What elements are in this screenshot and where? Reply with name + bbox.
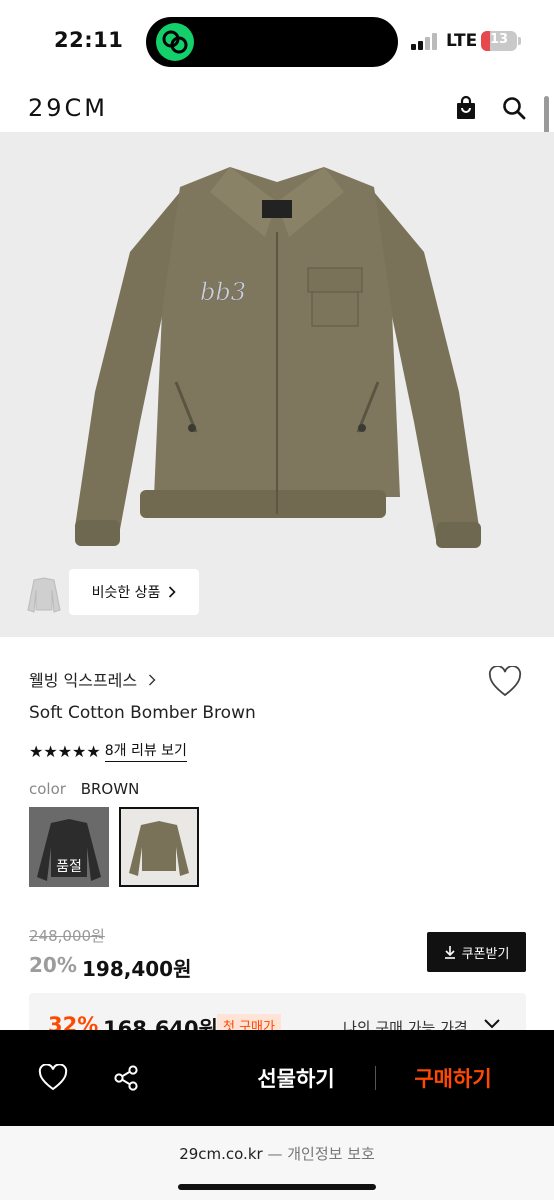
bottom-action-bar: 선물하기 구매하기 [0,1030,554,1126]
product-image[interactable]: bb3 비슷한 상품 [0,132,554,637]
status-time: 22:11 [54,28,124,52]
color-row: color BROWN [29,780,139,798]
gift-button[interactable]: 선물하기 [232,1063,360,1093]
brand-link[interactable]: 웰빙 익스프레스 [29,667,156,691]
coupon-label: 쿠폰받기 [461,946,510,962]
rating-row: ★★★★★ 8개 리뷰 보기 [29,740,187,762]
chevron-down-icon [484,1019,500,1029]
dynamic-island [146,17,398,67]
chevron-right-icon [149,674,156,686]
privacy-label: — 개인정보 보호 [262,1145,375,1163]
app-header: 29CM [0,84,554,132]
color-swatch-brown[interactable] [119,807,199,887]
heart-icon[interactable] [38,1063,68,1092]
home-indicator[interactable] [178,1184,376,1190]
buy-button[interactable]: 구매하기 [392,1063,514,1093]
shopping-bag-icon[interactable] [452,94,480,122]
similar-product-thumbnail[interactable] [24,574,66,616]
battery-icon: 13 [481,31,517,51]
battery-tip [518,37,521,45]
soldout-label: 품절 [56,859,82,875]
download-icon [444,946,455,959]
similar-products-button[interactable]: 비슷한 상품 [69,569,199,615]
url-domain: 29cm.co.kr [179,1145,263,1163]
brand-name: 웰빙 익스프레스 [29,671,138,690]
sale-price: 198,400원 [82,957,192,981]
action-divider [375,1066,376,1090]
signal-icon [411,32,439,50]
color-swatch-black[interactable]: 품절 [29,807,109,887]
jacket-illustration: bb3 [75,167,481,548]
battery-level: 13 [489,32,509,47]
original-price: 248,000원 [29,927,105,945]
logo[interactable]: 29CM [28,94,108,122]
network-type: LTE [446,31,478,51]
review-link[interactable]: 8개 리뷰 보기 [104,740,187,762]
rating-stars: ★★★★★ [29,741,101,761]
discount-rate: 20% [29,953,77,977]
color-value: BROWN [80,780,140,798]
product-name: Soft Cotton Bomber Brown [29,703,256,723]
chevron-right-icon [169,586,177,598]
similar-products-label: 비슷한 상품 [91,585,161,601]
wishlist-heart-icon[interactable] [488,665,522,698]
coupon-button[interactable]: 쿠폰받기 [427,932,526,972]
status-bar: 22:11 LTE 13 [0,0,554,80]
color-label: color [29,780,66,798]
share-icon[interactable] [112,1064,140,1092]
url-text: 29cm.co.kr — 개인정보 보호 [0,1143,554,1164]
svg-text:bb3: bb3 [200,278,246,306]
search-icon[interactable] [500,94,528,122]
activity-icon [156,23,194,61]
